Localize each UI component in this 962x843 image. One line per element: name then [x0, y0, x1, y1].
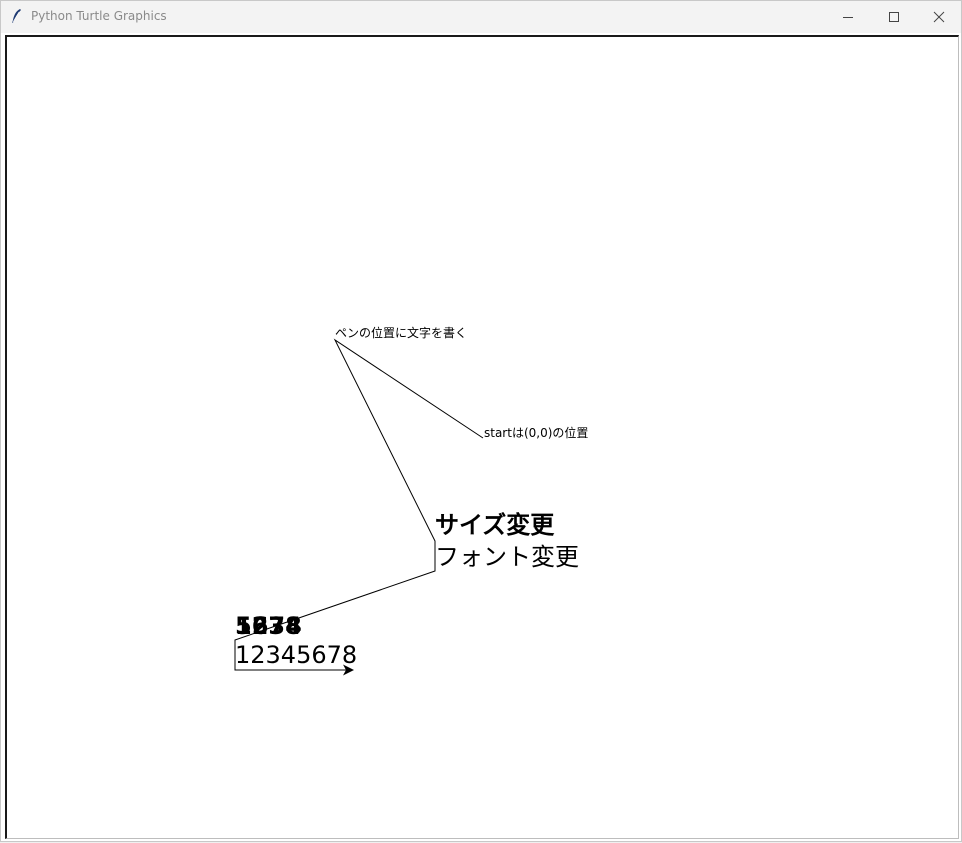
- label-font-change: フォント変更: [435, 543, 579, 571]
- label-size-change: サイズ変更: [435, 511, 555, 539]
- label-overlap-5678: 5678: [235, 612, 302, 640]
- turtle-window: Python Turtle Graphics ペンの位置に文字を書く start…: [0, 0, 962, 842]
- label-numbers: 12345678: [235, 641, 357, 669]
- turtle-drawing: ペンの位置に文字を書く startは(0,0)の位置 サイズ変更 フォント変更 …: [234, 325, 588, 676]
- label-start: startは(0,0)の位置: [484, 425, 588, 440]
- label-pen-position: ペンの位置に文字を書く: [335, 325, 467, 340]
